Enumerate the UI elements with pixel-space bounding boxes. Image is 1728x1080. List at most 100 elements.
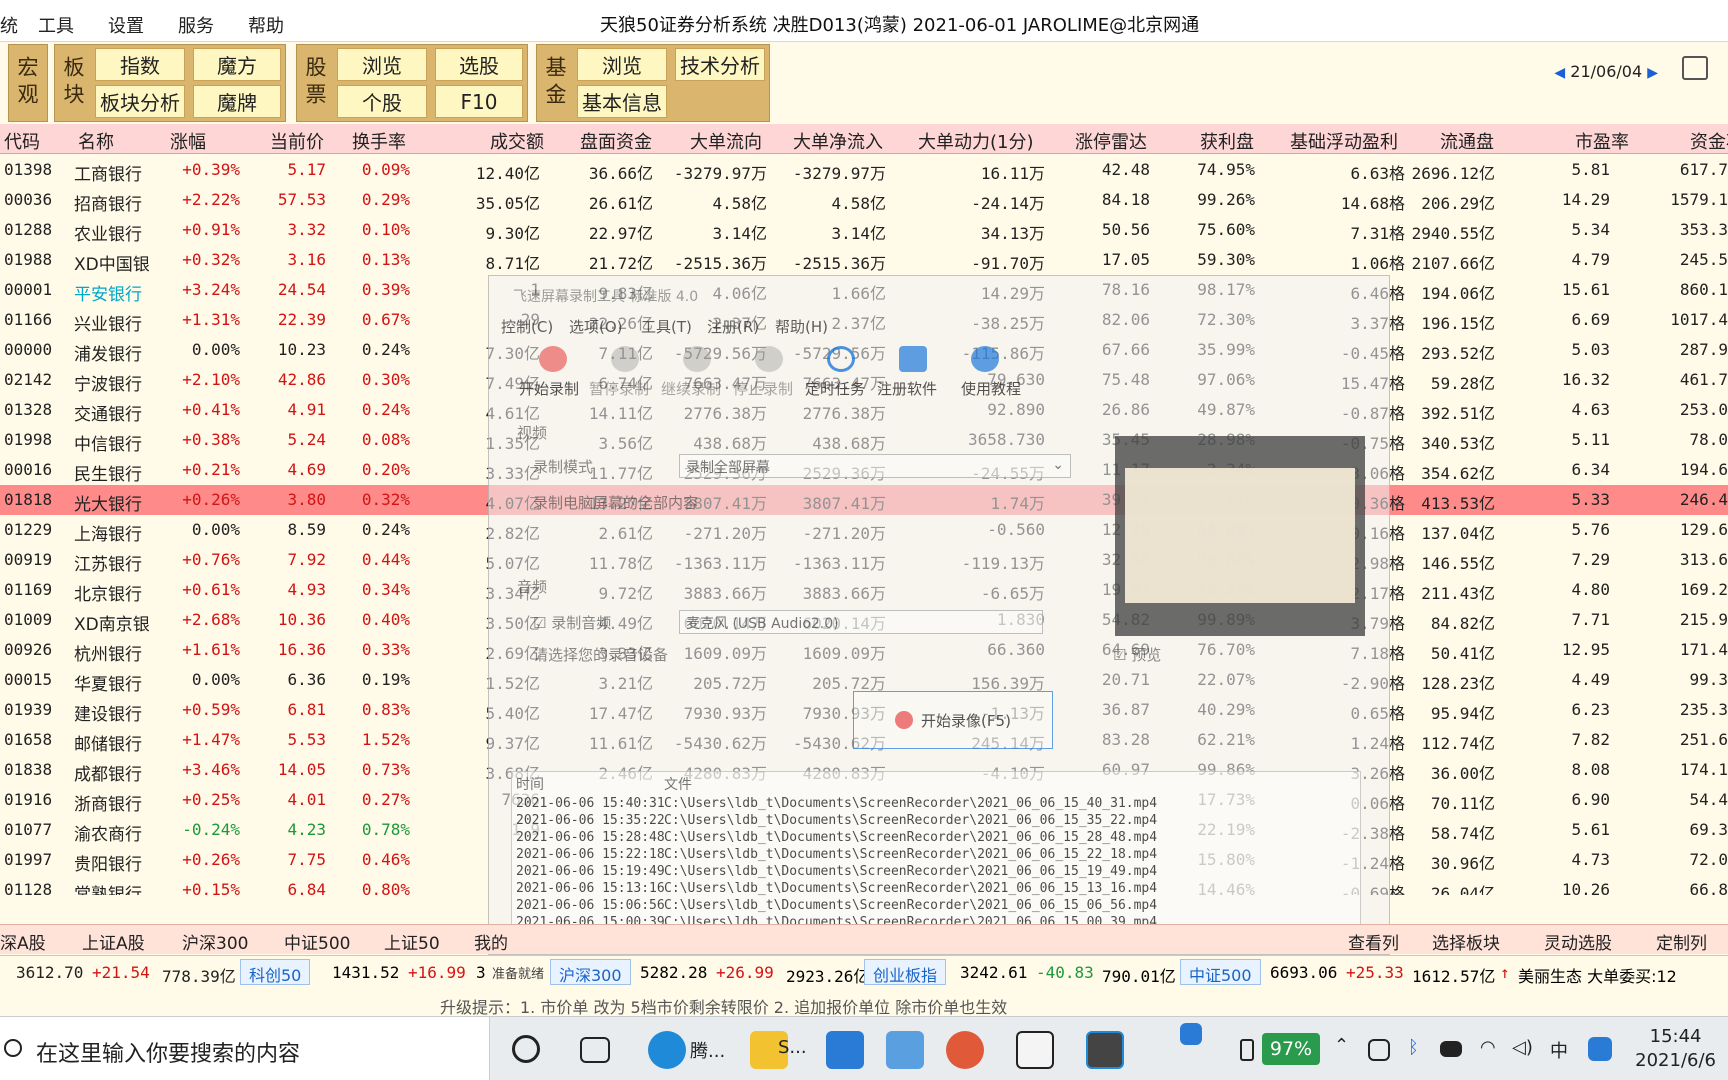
stock-app-icon[interactable] xyxy=(1016,1031,1054,1069)
dialog-menu-options[interactable]: 选项(O) xyxy=(569,316,623,337)
battery-icon[interactable] xyxy=(1440,1041,1462,1057)
column-header[interactable]: 流通盘 xyxy=(1440,128,1494,154)
list-item[interactable]: 2021-06-06 15:28:48 C:\Users\ldb_t\Docume… xyxy=(512,830,1360,848)
table-row[interactable]: 01288 农业银行 +0.91% 3.32 0.10% 9.30亿 22.97亿 3.14亿… xyxy=(0,215,1728,245)
tool-resume[interactable]: 继续录制 xyxy=(661,378,721,399)
column-header[interactable]: 获利盘 xyxy=(1200,128,1254,154)
paint-icon[interactable] xyxy=(946,1031,984,1069)
edge-icon[interactable] xyxy=(648,1031,686,1069)
tray-blue-icon[interactable] xyxy=(1588,1037,1612,1061)
tab-smart-screen[interactable]: 灵动选股 xyxy=(1544,929,1612,954)
column-header[interactable]: 涨幅 xyxy=(170,128,206,154)
hs300-tag[interactable]: 沪深300 xyxy=(550,959,631,985)
list-item[interactable]: 2021-06-06 15:35:22 C:\Users\ldb_t\Docume… xyxy=(512,813,1360,831)
column-header[interactable]: 成交额 xyxy=(490,128,544,154)
prev-arrow-icon[interactable]: ◀ xyxy=(1554,65,1565,81)
audio-checkbox[interactable]: ☑ 录制音频 xyxy=(533,612,611,633)
table-row[interactable]: 01988 XD中国银 +0.32% 3.16 0.13% 8.71亿 21.72亿 -251… xyxy=(0,245,1728,275)
recorder-app-icon[interactable] xyxy=(1086,1031,1124,1069)
menu-settings[interactable]: 设置 xyxy=(108,12,144,38)
chinext-tag[interactable]: 创业板指 xyxy=(864,959,947,985)
app-edge-label[interactable]: 腾... xyxy=(690,1037,725,1063)
wifi-icon[interactable]: ◠ xyxy=(1480,1037,1496,1058)
column-header[interactable]: 当前价 xyxy=(270,128,324,154)
start-recording-button[interactable]: 开始录像(F5) xyxy=(853,691,1053,749)
kc50-tag[interactable]: 科创50 xyxy=(240,959,311,985)
plug-icon[interactable] xyxy=(1240,1039,1254,1061)
sector-analysis-button[interactable]: 板块分析 xyxy=(95,85,185,118)
help-icon[interactable] xyxy=(971,346,999,372)
list-item[interactable]: 2021-06-06 15:19:49 C:\Users\ldb_t\Docume… xyxy=(512,864,1360,882)
menu-tools[interactable]: 工具 xyxy=(38,12,74,38)
mail-icon[interactable] xyxy=(826,1031,864,1069)
list-item[interactable]: 2021-06-06 15:22:18 C:\Users\ldb_t\Docume… xyxy=(512,847,1360,865)
date-navigator[interactable]: ◀ 21/06/04 ▶ xyxy=(1554,62,1658,81)
mode-select[interactable]: 录制全部屏幕 ⌄ xyxy=(679,454,1071,478)
volume-icon[interactable]: ◁) xyxy=(1512,1037,1533,1058)
battery-indicator[interactable]: 97% xyxy=(1262,1033,1320,1065)
tool-schedule[interactable]: 定时任务 xyxy=(805,378,865,399)
window-icon[interactable] xyxy=(1682,56,1708,80)
tool-register[interactable]: 注册软件 xyxy=(877,378,937,399)
f10-button[interactable]: F10 xyxy=(435,85,523,118)
column-header[interactable]: 大单动力(1分) xyxy=(918,128,1034,154)
column-header[interactable]: 名称 xyxy=(78,128,114,154)
dialog-menu-help[interactable]: 帮助(H) xyxy=(775,316,828,337)
clock-icon[interactable] xyxy=(827,346,855,372)
column-header[interactable]: 大单净流入 xyxy=(793,128,883,154)
tool-pause[interactable]: 暂停录制 xyxy=(589,378,649,399)
tool-tutorial[interactable]: 使用教程 xyxy=(961,378,1021,399)
stock-screen-button[interactable]: 选股 xyxy=(435,48,523,81)
ime-icon[interactable]: 中 xyxy=(1550,1037,1568,1063)
computer-icon[interactable] xyxy=(886,1031,924,1069)
tab-select-sector[interactable]: 选择板块 xyxy=(1432,929,1500,954)
tab-sh-a[interactable]: 上证A股 xyxy=(82,929,145,954)
tab-hs300[interactable]: 沪深300 xyxy=(182,929,248,954)
tray-app-icon[interactable] xyxy=(1368,1039,1390,1061)
stop-icon[interactable] xyxy=(755,346,783,372)
tab-sz50[interactable]: 上证50 xyxy=(384,929,440,954)
dialog-menu-control[interactable]: 控制(C) xyxy=(501,316,553,337)
tool-stop[interactable]: 停止录制 xyxy=(733,378,793,399)
tab-custom-columns[interactable]: 定制列 xyxy=(1656,929,1707,954)
pause-icon[interactable] xyxy=(611,346,639,372)
app-folder-label[interactable]: S... xyxy=(778,1037,807,1058)
bluetooth-icon[interactable]: ᛒ xyxy=(1408,1037,1419,1058)
tab-sz-a[interactable]: 深A股 xyxy=(0,929,46,954)
column-header[interactable]: 换手率 xyxy=(352,128,406,154)
cortana-icon[interactable] xyxy=(512,1035,540,1063)
list-item[interactable]: 2021-06-06 15:06:56 C:\Users\ldb_t\Docume… xyxy=(512,898,1360,916)
cube-button[interactable]: 魔方 xyxy=(193,48,281,81)
column-header[interactable]: 市盈率 xyxy=(1575,128,1629,154)
taskbar-search-box[interactable]: 在这里输入你要搜索的内容 xyxy=(0,1017,490,1080)
chevron-up-icon[interactable]: ⌃ xyxy=(1334,1035,1349,1056)
unlock-icon[interactable] xyxy=(899,346,927,372)
column-header[interactable]: 涨停雷达 xyxy=(1075,128,1147,154)
magic-card-button[interactable]: 魔牌 xyxy=(193,85,281,118)
tab-mine[interactable]: 我的 xyxy=(474,929,508,954)
task-view-icon[interactable] xyxy=(580,1037,610,1063)
column-header[interactable]: 代码 xyxy=(4,128,40,154)
fund-browse-button[interactable]: 浏览 xyxy=(577,48,667,81)
column-header[interactable]: 大单流向 xyxy=(690,128,762,154)
table-row[interactable]: 01398 工商银行 +0.39% 5.17 0.09% 12.40亿 36.66亿 -327… xyxy=(0,155,1728,185)
index-button[interactable]: 指数 xyxy=(95,48,185,81)
column-header[interactable]: 基础浮动盈利 xyxy=(1290,128,1398,154)
column-header[interactable]: 资金石 xyxy=(1690,128,1728,154)
news-ticker[interactable]: 美丽生态 大单委买:12 xyxy=(1518,963,1677,987)
tab-zz500[interactable]: 中证500 xyxy=(284,929,350,954)
basic-info-button[interactable]: 基本信息 xyxy=(577,85,667,118)
column-header[interactable]: 盘面资金 xyxy=(580,128,652,154)
notification-icon[interactable] xyxy=(1180,1023,1202,1045)
macro-label[interactable]: 宏观 xyxy=(11,45,43,121)
tab-view-columns[interactable]: 查看列 xyxy=(1348,929,1399,954)
preview-checkbox[interactable]: ☑ 预览 xyxy=(1113,644,1161,665)
single-stock-button[interactable]: 个股 xyxy=(337,85,427,118)
stock-browse-button[interactable]: 浏览 xyxy=(337,48,427,81)
record-icon[interactable] xyxy=(539,346,567,372)
zz500-tag[interactable]: 中证500 xyxy=(1180,959,1261,985)
list-item[interactable]: 2021-06-06 15:13:16 C:\Users\ldb_t\Docume… xyxy=(512,881,1360,899)
dialog-menu-tools[interactable]: 工具(T) xyxy=(641,316,692,337)
audio-device-select[interactable]: 麦克风 (USB Audio2.0) xyxy=(679,610,1043,634)
system-clock[interactable]: 15:44 2021/6/6 xyxy=(1635,1025,1716,1073)
